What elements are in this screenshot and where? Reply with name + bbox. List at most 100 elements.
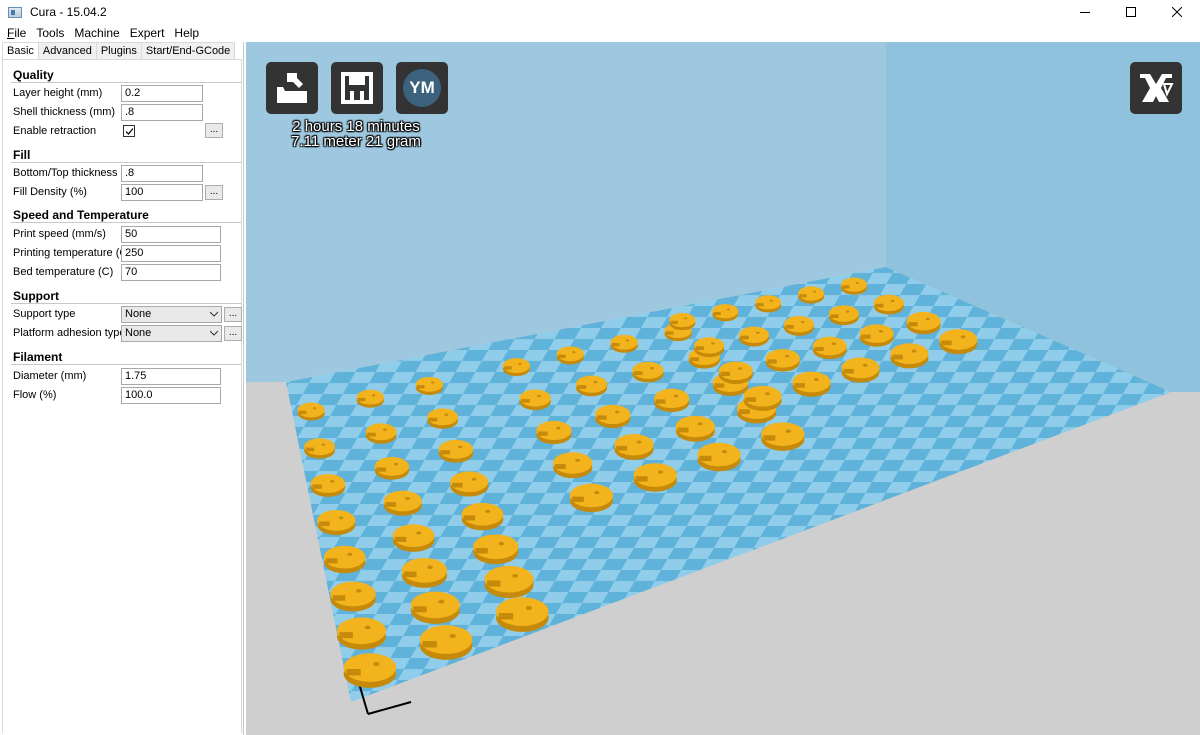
- save-toolpath-button[interactable]: [331, 62, 383, 114]
- model-part[interactable]: [553, 452, 593, 479]
- model-part[interactable]: [697, 442, 741, 472]
- model-part[interactable]: [906, 311, 941, 335]
- platform-adhesion-label: Platform adhesion type: [13, 327, 126, 339]
- maximize-button[interactable]: [1108, 0, 1154, 24]
- model-part[interactable]: [343, 653, 397, 688]
- fill-settings-button[interactable]: ...: [205, 185, 223, 200]
- model-part[interactable]: [632, 361, 664, 383]
- model-part[interactable]: [427, 408, 459, 429]
- model-part[interactable]: [653, 388, 690, 413]
- model-part[interactable]: [310, 474, 346, 497]
- model-part[interactable]: [356, 389, 384, 408]
- fill-density-field[interactable]: 100: [121, 184, 203, 201]
- model-part[interactable]: [569, 483, 614, 513]
- model-part[interactable]: [496, 597, 549, 632]
- model-part[interactable]: [761, 422, 805, 451]
- printing-temperature-field[interactable]: 250: [121, 245, 221, 262]
- tab-basic[interactable]: Basic: [2, 42, 39, 60]
- model-part[interactable]: [859, 324, 894, 347]
- model-part[interactable]: [461, 502, 504, 531]
- tab-plugins[interactable]: Plugins: [95, 42, 142, 60]
- model-part[interactable]: [323, 545, 366, 574]
- support-type-select[interactable]: None: [121, 306, 222, 323]
- model-part[interactable]: [610, 334, 638, 353]
- model-part[interactable]: [419, 625, 473, 660]
- model-part[interactable]: [410, 591, 460, 624]
- menu-expert[interactable]: Expert: [125, 24, 170, 42]
- fill-density-label: Fill Density (%): [13, 186, 87, 198]
- model-part[interactable]: [484, 565, 534, 599]
- shell-thickness-field[interactable]: .8: [121, 104, 203, 121]
- menu-machine[interactable]: Machine: [69, 24, 124, 42]
- model-part[interactable]: [575, 375, 608, 397]
- model-part[interactable]: [297, 402, 325, 421]
- menu-help[interactable]: Help: [169, 24, 204, 42]
- bottom-top-thickness-field[interactable]: .8: [121, 165, 203, 182]
- model-part[interactable]: [415, 376, 443, 395]
- model-part[interactable]: [392, 524, 435, 552]
- minimize-button[interactable]: [1062, 0, 1108, 24]
- menu-tools[interactable]: Tools: [31, 24, 69, 42]
- model-part[interactable]: [841, 277, 868, 295]
- model-part[interactable]: [317, 509, 356, 536]
- model-part[interactable]: [739, 326, 770, 347]
- model-part[interactable]: [828, 305, 859, 326]
- model-part[interactable]: [712, 304, 739, 322]
- model-part[interactable]: [365, 423, 397, 444]
- view-mode-button[interactable]: [1130, 62, 1182, 114]
- load-model-button[interactable]: [266, 62, 318, 114]
- layer-height-field[interactable]: 0.2: [121, 85, 203, 102]
- print-speed-field[interactable]: 50: [121, 226, 221, 243]
- model-part[interactable]: [812, 336, 847, 360]
- youmagine-button[interactable]: YM: [396, 62, 448, 114]
- model-part[interactable]: [841, 357, 880, 383]
- checkmark-icon: [125, 128, 134, 135]
- model-part[interactable]: [675, 415, 715, 442]
- retraction-settings-button[interactable]: ...: [205, 123, 223, 138]
- bed-temperature-field[interactable]: 70: [121, 264, 221, 281]
- model-part[interactable]: [765, 349, 800, 372]
- model-part[interactable]: [633, 463, 677, 492]
- model-part[interactable]: [939, 329, 978, 355]
- view-mode-icon: [1140, 74, 1174, 102]
- platform-adhesion-select[interactable]: None: [121, 325, 222, 342]
- diameter-field[interactable]: 1.75: [121, 368, 221, 385]
- model-part[interactable]: [304, 438, 335, 459]
- model-part[interactable]: [694, 337, 725, 358]
- model-part[interactable]: [783, 316, 814, 336]
- model-part[interactable]: [438, 439, 474, 463]
- close-button[interactable]: [1154, 0, 1200, 24]
- model-part[interactable]: [556, 346, 584, 365]
- tab-start-end-gcode[interactable]: Start/End-GCode: [140, 42, 236, 60]
- model-part[interactable]: [401, 557, 448, 588]
- model-part[interactable]: [755, 295, 782, 313]
- model-part[interactable]: [792, 371, 831, 397]
- model-part[interactable]: [337, 617, 386, 650]
- tab-advanced[interactable]: Advanced: [37, 42, 97, 60]
- support-settings-button[interactable]: ...: [224, 307, 242, 322]
- model-part[interactable]: [669, 313, 696, 331]
- model-part[interactable]: [502, 358, 531, 377]
- enable-retraction-checkbox[interactable]: [123, 125, 135, 137]
- flow-field[interactable]: 100.0: [121, 387, 221, 404]
- model-part[interactable]: [519, 389, 551, 411]
- adhesion-settings-button[interactable]: ...: [224, 326, 242, 341]
- model-part[interactable]: [450, 471, 489, 497]
- model-part[interactable]: [873, 294, 904, 315]
- bed-temperature-label: Bed temperature (C): [13, 266, 114, 278]
- 3d-viewport[interactable]: YM 2 hours 18 minutes 7.11 meter 21 gram: [246, 42, 1200, 735]
- menu-file[interactable]: File: [2, 24, 31, 42]
- model-part[interactable]: [330, 581, 376, 612]
- model-part[interactable]: [374, 457, 410, 480]
- quality-divider: [11, 82, 241, 83]
- model-part[interactable]: [718, 361, 753, 385]
- model-part[interactable]: [536, 420, 572, 445]
- model-part[interactable]: [798, 286, 825, 304]
- model-part[interactable]: [890, 343, 929, 369]
- model-part[interactable]: [614, 434, 654, 460]
- model-part[interactable]: [383, 490, 422, 516]
- model-part[interactable]: [595, 404, 631, 429]
- support-type-label: Support type: [13, 308, 76, 320]
- model-part[interactable]: [743, 385, 782, 411]
- model-part[interactable]: [473, 534, 519, 565]
